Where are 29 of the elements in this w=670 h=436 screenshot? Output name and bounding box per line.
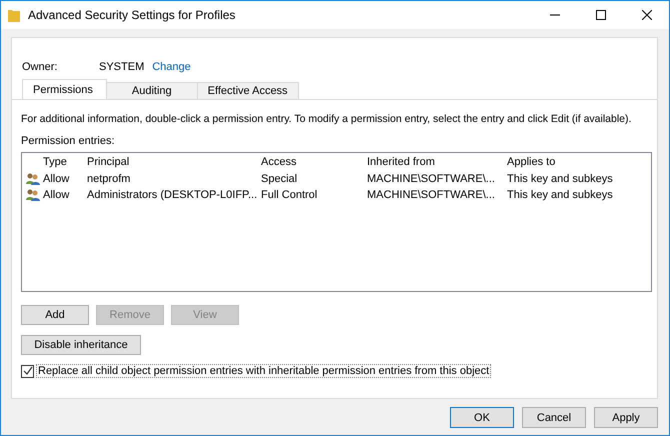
table-cell-text: This key and subkeys [507,173,614,185]
column-header[interactable]: Access [261,156,367,168]
table-cell-text: This key and subkeys [507,189,614,201]
owner-value: SYSTEM [99,61,144,73]
table-cell-text: MACHINE\SOFTWARE\... [367,173,496,185]
disable-inheritance-button[interactable]: Disable inheritance [21,335,141,355]
info-text: For additional information, double-click a permission entry. To modify a permission entry, select the entry and click Edit (if available). [21,112,632,126]
table-cell-text: Special [261,173,298,185]
column-header[interactable]: Principal [87,156,261,168]
table-cell-text: Allow [43,189,70,201]
column-header[interactable]: Inherited from [367,156,507,168]
tab[interactable]: Permissions [22,79,107,99]
table-cell-text: netprofm [87,173,132,185]
dialog-button[interactable]: OK [450,407,514,428]
table-cell-text: MACHINE\SOFTWARE\... [367,189,496,201]
dialog-button[interactable]: Cancel [522,407,586,428]
tab[interactable]: Effective Access [196,82,299,99]
table-cell-text: Full Control [261,189,318,201]
table-cell-text: Administrators (DESKTOP-L0IFP... [87,189,258,201]
tab[interactable]: Auditing [106,82,198,99]
window-title: Advanced Security Settings for Profiles [28,8,236,22]
column-header[interactable]: Applies to [507,156,635,168]
dialog-button[interactable]: Apply [594,407,658,428]
change-link[interactable]: Change [152,61,191,73]
table-cell-text: Allow [43,173,70,185]
entry-button[interactable]: Add [21,305,89,325]
permission-entries-label: Permission entries: [21,134,116,148]
owner-label: Owner: [22,61,58,73]
column-header[interactable]: Type [43,156,87,168]
